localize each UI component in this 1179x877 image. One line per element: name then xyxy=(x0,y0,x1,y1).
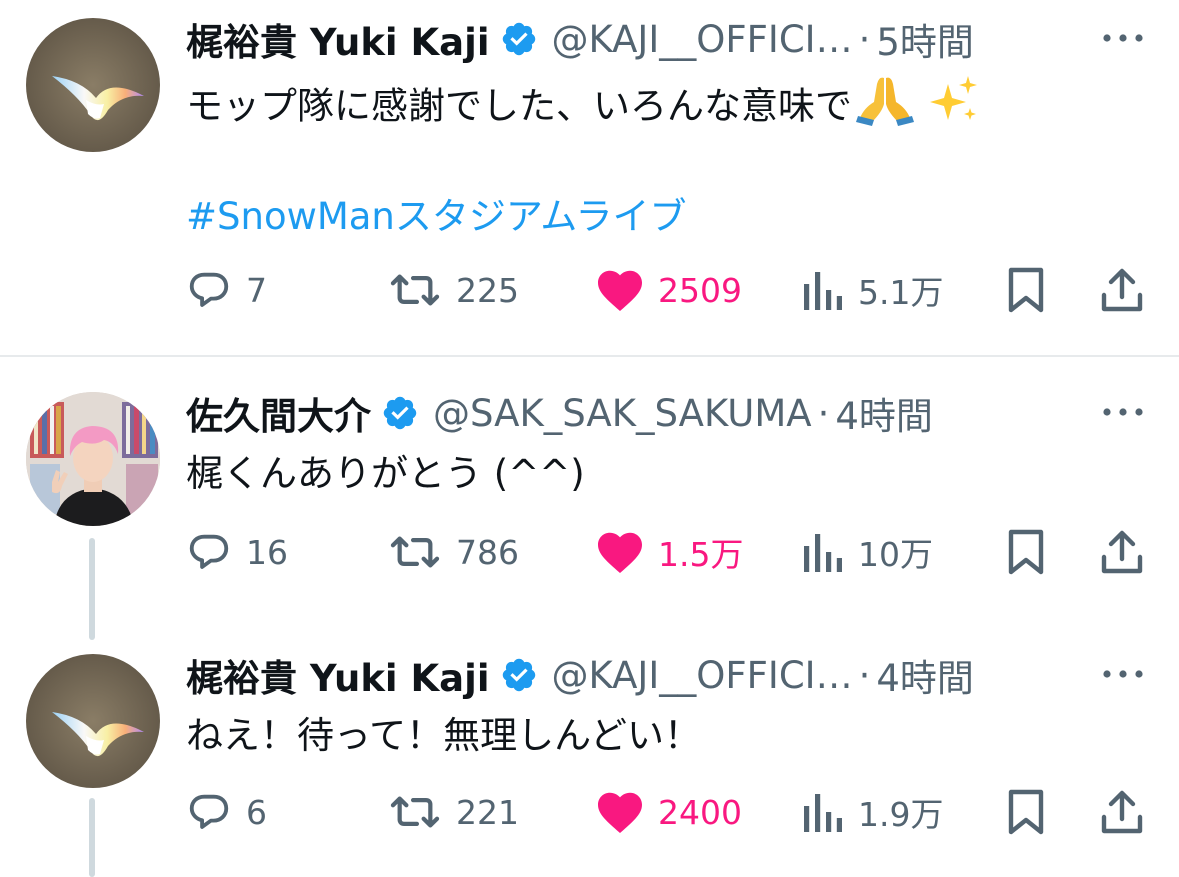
view-count: 10万 xyxy=(858,535,933,574)
bookmark-icon xyxy=(1006,266,1046,314)
tweet-3[interactable]: 梶裕貴 Yuki Kaji @KAJI__OFFICI… · 4時間 ねえ！待っ… xyxy=(0,650,1179,877)
sparkles-icon xyxy=(924,72,980,144)
like-count: 2509 xyxy=(658,270,742,310)
reply-count: 6 xyxy=(246,792,267,832)
display-name[interactable]: 梶裕貴 Yuki Kaji xyxy=(186,648,490,702)
reply-button[interactable]: 6 xyxy=(186,782,267,842)
separator-dot: · xyxy=(817,391,830,435)
thread-connector-line xyxy=(89,538,95,640)
views-chart-icon xyxy=(802,268,844,312)
tweet-divider xyxy=(0,355,1179,357)
tweet-2[interactable]: 佐久間大介 @SAK_SAK_SAKUMA · 4時間 梶くんありがとう (^^… xyxy=(0,388,1179,638)
retweet-button[interactable]: 225 xyxy=(388,260,519,320)
reply-count: 7 xyxy=(246,270,267,310)
bookmark-icon xyxy=(1006,528,1046,576)
display-name[interactable]: 梶裕貴 Yuki Kaji xyxy=(186,12,490,66)
tweet-header: 佐久間大介 @SAK_SAK_SAKUMA · 4時間 xyxy=(186,386,933,440)
view-count: 1.9万 xyxy=(858,795,944,834)
retweet-icon xyxy=(388,529,442,575)
reply-count: 16 xyxy=(246,532,288,572)
retweet-button[interactable]: 786 xyxy=(388,522,519,582)
retweet-count: 221 xyxy=(456,792,519,832)
handle[interactable]: @KAJI__OFFICI… xyxy=(552,654,853,697)
share-button[interactable] xyxy=(1100,260,1158,320)
reply-button[interactable]: 16 xyxy=(186,522,288,582)
reply-icon xyxy=(186,529,232,575)
bookmark-button[interactable] xyxy=(1006,260,1060,320)
views-button[interactable]: 10万 xyxy=(802,522,933,582)
avatar-yuki-kaji[interactable] xyxy=(26,18,160,152)
reply-button[interactable]: 7 xyxy=(186,260,267,320)
timestamp[interactable]: 5時間 xyxy=(876,12,974,66)
tweet-text-body: モップ隊に感謝でした、いろんな意味で xyxy=(186,84,852,128)
share-icon xyxy=(1100,267,1144,313)
action-bar: 6 221 2400 1.9万 xyxy=(0,782,1179,842)
like-button[interactable]: 2509 xyxy=(596,260,742,320)
retweet-count: 786 xyxy=(456,532,519,572)
like-count: 1.5万 xyxy=(658,535,744,574)
person-avatar-image xyxy=(26,392,160,526)
handle[interactable]: @SAK_SAK_SAKUMA xyxy=(433,392,812,435)
share-icon xyxy=(1100,529,1144,575)
heart-filled-icon xyxy=(596,268,644,312)
bird-avatar-image xyxy=(26,18,160,152)
verified-badge-icon xyxy=(381,394,419,432)
action-bar: 16 786 1.5万 10万 xyxy=(0,522,1179,582)
reply-icon xyxy=(186,267,232,313)
separator-dot: · xyxy=(858,653,871,697)
display-name[interactable]: 佐久間大介 xyxy=(186,386,371,440)
timestamp[interactable]: 4時間 xyxy=(876,648,974,702)
reply-icon xyxy=(186,789,232,835)
tweet-text: 梶くんありがとう (^^) xyxy=(186,452,585,495)
folded-hands-icon xyxy=(854,72,916,144)
views-button[interactable]: 1.9万 xyxy=(802,782,943,842)
timestamp[interactable]: 4時間 xyxy=(835,386,933,440)
like-button[interactable]: 2400 xyxy=(596,782,742,842)
tweet-1[interactable]: 梶裕貴 Yuki Kaji @KAJI__OFFICI… · 5時間 モップ隊に… xyxy=(0,14,1179,344)
share-icon xyxy=(1100,789,1144,835)
verified-badge-icon xyxy=(500,20,538,58)
hashtag-link[interactable]: #SnowManスタジアムライブ xyxy=(186,186,686,240)
more-options-icon[interactable] xyxy=(1100,28,1146,48)
tweet-header: 梶裕貴 Yuki Kaji @KAJI__OFFICI… · 4時間 xyxy=(186,648,974,702)
views-chart-icon xyxy=(802,530,844,574)
bird-avatar-image xyxy=(26,654,160,788)
thread-connector-line xyxy=(89,798,95,877)
avatar-sakuma[interactable] xyxy=(26,392,160,526)
heart-filled-icon xyxy=(596,530,644,574)
action-bar: 7 225 2509 5.1万 xyxy=(0,260,1179,320)
more-options-icon[interactable] xyxy=(1100,664,1146,684)
like-count: 2400 xyxy=(658,792,742,832)
separator-dot: · xyxy=(858,17,871,61)
handle[interactable]: @KAJI__OFFICI… xyxy=(552,18,853,61)
bookmark-button[interactable] xyxy=(1006,522,1060,582)
retweet-icon xyxy=(388,789,442,835)
like-button[interactable]: 1.5万 xyxy=(596,522,743,582)
view-count: 5.1万 xyxy=(858,273,944,312)
share-button[interactable] xyxy=(1100,522,1158,582)
more-options-icon[interactable] xyxy=(1100,402,1146,422)
tweet-text: ねえ！待って！無理しんどい！ xyxy=(186,714,702,757)
share-button[interactable] xyxy=(1100,782,1158,842)
avatar-yuki-kaji[interactable] xyxy=(26,654,160,788)
retweet-count: 225 xyxy=(456,270,519,310)
tweet-text: モップ隊に感謝でした、いろんな意味で xyxy=(186,72,980,144)
retweet-button[interactable]: 221 xyxy=(388,782,519,842)
views-chart-icon xyxy=(802,790,844,834)
bookmark-button[interactable] xyxy=(1006,782,1060,842)
tweet-header: 梶裕貴 Yuki Kaji @KAJI__OFFICI… · 5時間 xyxy=(186,12,974,66)
verified-badge-icon xyxy=(500,656,538,694)
views-button[interactable]: 5.1万 xyxy=(802,260,943,320)
bookmark-icon xyxy=(1006,788,1046,836)
heart-filled-icon xyxy=(596,790,644,834)
retweet-icon xyxy=(388,267,442,313)
